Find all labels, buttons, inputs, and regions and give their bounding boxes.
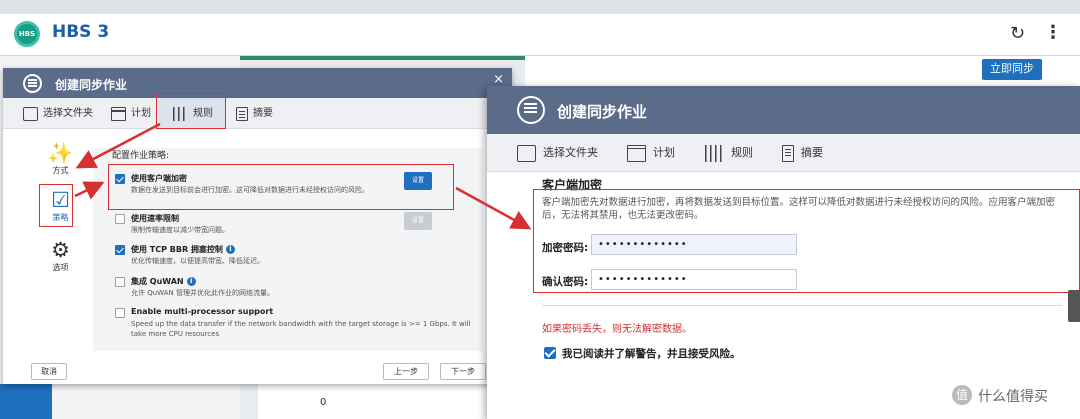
- summary-icon: [782, 144, 794, 162]
- step-select-folder[interactable]: 选择文件夹: [23, 106, 93, 124]
- step-summary[interactable]: 摘要: [236, 106, 273, 124]
- accept-risk-checkbox[interactable]: [544, 347, 556, 359]
- create-sync-job-dialog-large: 创建同步作业 选择文件夹 计划 规则 摘要 客户端加密 客户端加密先对数据进行加…: [487, 86, 1080, 419]
- client-encryption-checkbox[interactable]: [115, 174, 125, 184]
- next-button[interactable]: 下一步: [440, 363, 486, 380]
- app-bottom-panel: [258, 384, 488, 419]
- step-rules[interactable]: 规则: [705, 144, 753, 164]
- browser-top-strip: [0, 0, 1080, 14]
- close-icon[interactable]: ×: [493, 72, 504, 87]
- nav-options[interactable]: ⚙ 选项: [33, 238, 88, 273]
- cancel-button[interactable]: 取消: [31, 363, 67, 380]
- watermark-text: 什么值得买: [978, 389, 1048, 405]
- app-progress-line: [240, 56, 525, 60]
- confirm-password-field[interactable]: •••••••••••••: [591, 269, 797, 290]
- clipboard-check-icon: ☑: [51, 188, 70, 212]
- step-schedule[interactable]: 计划: [627, 144, 675, 164]
- nav-policy[interactable]: ☑ 策略: [33, 188, 88, 223]
- client-encryption-description: 客户端加密先对数据进行加密，再将数据发送到目标位置。这样可以降低对数据进行未经授…: [542, 197, 1056, 221]
- folder-icon: [23, 107, 38, 121]
- step-summary[interactable]: 摘要: [782, 144, 823, 164]
- confirm-password-label: 确认密码:: [542, 276, 589, 288]
- previous-button[interactable]: 上一步: [383, 363, 429, 380]
- dialog-titlebar: 创建同步作业 ×: [3, 68, 512, 98]
- rate-limit-checkbox[interactable]: [115, 214, 125, 224]
- client-encryption-title: 客户端加密: [542, 178, 603, 192]
- accept-risk-label: 我已阅读并了解警告，并且接受风险。: [562, 348, 741, 360]
- password-label: 加密密码:: [542, 242, 589, 254]
- password-loss-warning: 如果密码丢失，则无法解密数据。: [542, 324, 692, 335]
- info-icon[interactable]: i: [225, 245, 235, 254]
- step-rules[interactable]: 规则: [173, 106, 213, 124]
- sync-job-icon: [23, 74, 42, 93]
- dialog-titlebar: 创建同步作业: [487, 86, 1080, 134]
- sync-job-icon: [517, 96, 545, 124]
- hbs-logo-icon: HBS: [14, 21, 40, 47]
- app-sidebar-accent: [0, 384, 52, 419]
- step-schedule[interactable]: 计划: [111, 106, 151, 124]
- app-title: HBS 3: [52, 22, 110, 42]
- encryption-settings-button[interactable]: 设置: [404, 172, 432, 190]
- create-sync-job-dialog-small: 创建同步作业 × 选择文件夹 计划 规则 摘要 ✨ 方式 ☑ 策略 ⚙ 选项 配…: [3, 68, 512, 384]
- quwan-checkbox[interactable]: [115, 277, 125, 287]
- sync-now-button[interactable]: 立即同步: [982, 59, 1042, 80]
- step-select-folder[interactable]: 选择文件夹: [517, 144, 598, 164]
- info-icon[interactable]: i: [186, 277, 196, 286]
- config-policy-title: 配置作业策略:: [112, 151, 170, 161]
- tcp-bbr-checkbox[interactable]: [115, 245, 125, 255]
- refresh-icon[interactable]: ↻: [1010, 23, 1025, 44]
- calendar-icon: [627, 144, 646, 162]
- watermark-badge-icon: 值: [952, 385, 972, 405]
- multi-processor-checkbox[interactable]: [115, 308, 125, 318]
- more-options-icon[interactable]: ⋮: [1044, 22, 1062, 43]
- dialog-title: 创建同步作业: [557, 103, 648, 121]
- option-tcp-bbr: 使用 TCP BBR 拥塞控制 i 优化传输速度，以便提高带宽、降低延迟。: [115, 244, 475, 270]
- quwan-label: 集成 QuWAN i: [131, 276, 196, 287]
- rules-icon: [173, 107, 188, 121]
- option-multi-processor: Enable multi-processor support Speed up …: [115, 307, 475, 343]
- app-header: HBS HBS 3 ↻ ⋮: [0, 14, 1080, 56]
- side-scroll-handle[interactable]: [1068, 290, 1080, 322]
- rate-limit-settings-button[interactable]: 设置: [404, 212, 432, 230]
- tcp-bbr-label: 使用 TCP BBR 拥塞控制 i: [131, 244, 235, 255]
- gear-icon: ⚙: [51, 238, 70, 262]
- divider: [542, 305, 1062, 306]
- dialog-title: 创建同步作业: [55, 78, 128, 92]
- option-quwan: 集成 QuWAN i 允许 QuWAN 管理并优化此作业的网络流量。: [115, 276, 475, 302]
- folder-icon: [517, 144, 536, 162]
- calendar-icon: [111, 107, 126, 121]
- nav-method[interactable]: ✨ 方式: [33, 141, 88, 176]
- summary-icon: [236, 107, 248, 121]
- password-field[interactable]: •••••••••••••: [591, 234, 797, 255]
- magic-wand-icon: ✨: [47, 141, 74, 165]
- rules-icon: [705, 144, 724, 162]
- app-count-value: 0: [320, 397, 327, 408]
